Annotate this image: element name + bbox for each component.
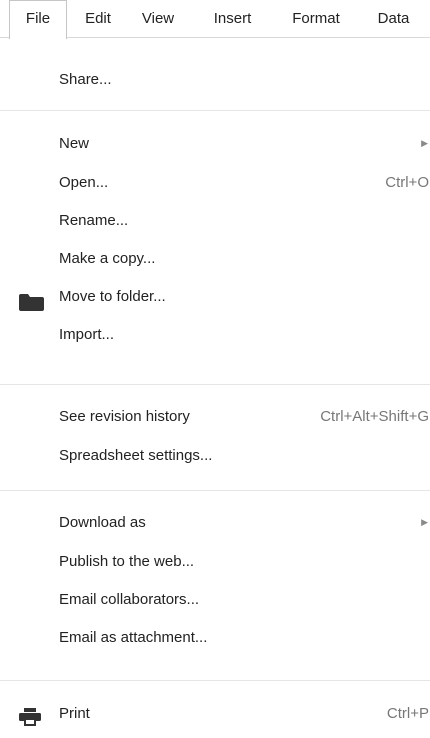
menu-bar: File Edit View Insert Format Data — [0, 0, 430, 39]
menu-item-label: Open... — [59, 174, 109, 191]
menu-item-email-attachment[interactable]: Email as attachment... — [0, 621, 430, 654]
menu-separator — [0, 490, 430, 491]
menu-item-move-to-folder[interactable]: Move to folder... — [0, 280, 430, 313]
menubar-file[interactable]: File — [9, 0, 67, 39]
menu-item-label: New — [59, 135, 90, 152]
submenu-arrow-icon: ▶ — [421, 138, 428, 148]
menu-item-print[interactable]: Print Ctrl+P — [0, 697, 430, 730]
menu-separator — [0, 110, 430, 111]
menu-item-label: See revision history — [59, 408, 190, 425]
menu-item-open[interactable]: Open... Ctrl+O — [0, 166, 430, 199]
menu-separator — [0, 680, 430, 681]
menu-item-download-as[interactable]: Download as ▶ — [0, 506, 430, 539]
menubar-edit[interactable]: Edit — [74, 0, 122, 38]
menu-item-label: Move to folder... — [59, 288, 166, 305]
menu-item-share[interactable]: Share... — [0, 63, 430, 96]
menubar-data[interactable]: Data — [366, 0, 421, 38]
menu-item-label: Download as — [59, 514, 146, 531]
menu-item-label: Print — [59, 705, 90, 722]
shortcut-text: Ctrl+P — [386, 705, 429, 722]
menu-item-new[interactable]: New ▶ — [0, 127, 430, 160]
menu-item-label: Email collaborators... — [59, 591, 200, 608]
menu-item-label: Publish to the web... — [59, 553, 195, 570]
menu-item-rename[interactable]: Rename... — [0, 204, 430, 237]
menu-item-email-collaborators[interactable]: Email collaborators... — [0, 583, 430, 616]
menu-item-make-copy[interactable]: Make a copy... — [0, 242, 430, 275]
menu-item-label: Rename... — [59, 212, 129, 229]
menu-item-label: Import... — [59, 326, 115, 343]
menu-item-label: Make a copy... — [59, 250, 156, 267]
menu-item-revision-history[interactable]: See revision history Ctrl+Alt+Shift+G — [0, 400, 430, 433]
submenu-arrow-icon: ▶ — [421, 517, 428, 527]
menu-item-spreadsheet-settings[interactable]: Spreadsheet settings... — [0, 439, 430, 472]
menubar-insert[interactable]: Insert — [200, 0, 265, 38]
menu-item-import[interactable]: Import... — [0, 318, 430, 351]
shortcut-text: Ctrl+Alt+Shift+G — [320, 408, 429, 425]
menu-item-label: Share... — [59, 71, 112, 88]
menubar-format[interactable]: Format — [280, 0, 352, 38]
menu-item-label: Email as attachment... — [59, 629, 208, 646]
menu-item-label: Spreadsheet settings... — [59, 447, 213, 464]
menu-item-publish[interactable]: Publish to the web... — [0, 545, 430, 578]
shortcut-text: Ctrl+O — [385, 174, 429, 191]
menubar-view[interactable]: View — [133, 0, 183, 38]
menu-separator — [0, 384, 430, 385]
printer-icon — [19, 705, 41, 738]
